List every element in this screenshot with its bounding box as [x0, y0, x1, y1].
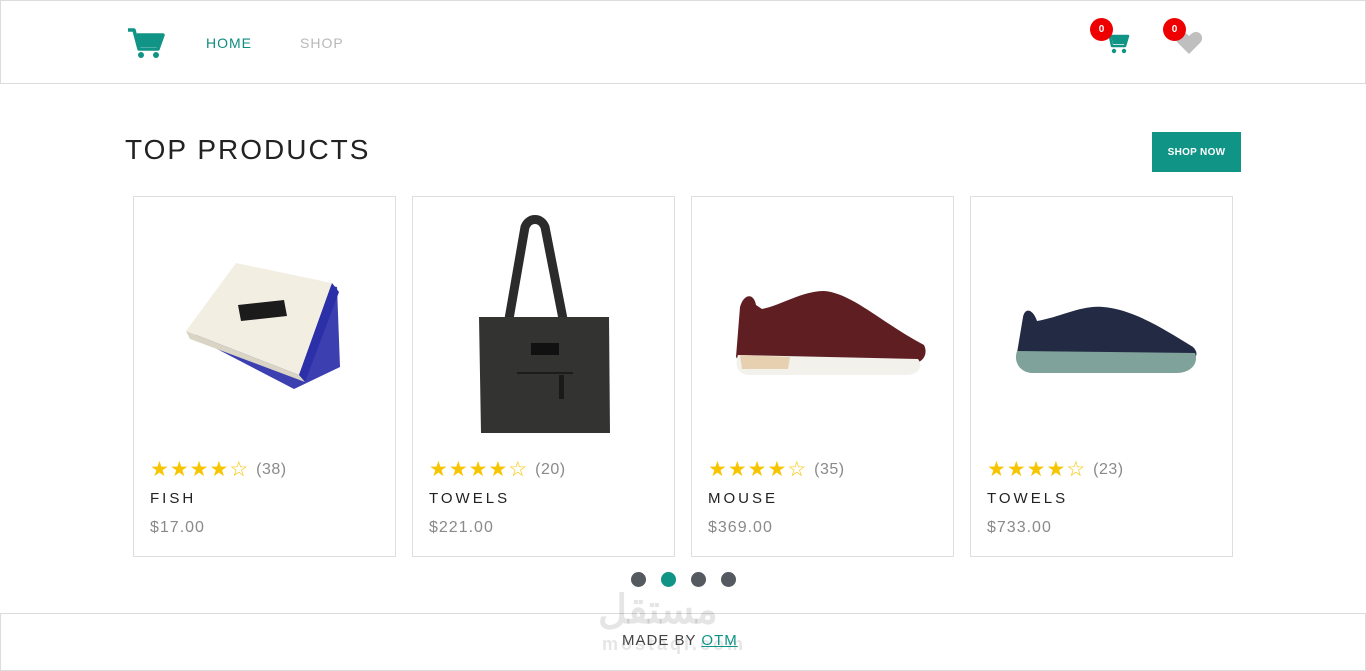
star-filled-icon: ★: [429, 458, 448, 481]
product-price: $733.00: [987, 519, 1052, 536]
star-empty-icon: ☆: [1066, 458, 1086, 481]
carousel-dot-1[interactable]: [631, 572, 646, 587]
shopping-cart-icon[interactable]: [127, 27, 165, 59]
star-filled-icon: ★: [169, 458, 189, 481]
star-empty-icon: ☆: [229, 458, 249, 481]
wallet-product-image: [186, 263, 340, 389]
star-empty-icon: ☆: [508, 458, 528, 481]
product-rating: ★ ★ ★ ★ ☆ (38): [150, 459, 287, 481]
product-name[interactable]: FISH: [150, 490, 196, 507]
wishlist-count-badge: 0: [1163, 18, 1186, 41]
footer-credit-prefix: MADE BY: [622, 632, 697, 649]
product-card[interactable]: ★ ★ ★ ★ ☆ (38) FISH $17.00: [133, 196, 396, 557]
footer-credit: MADE BY OTM: [622, 632, 738, 649]
carousel-dot-2[interactable]: [661, 572, 676, 587]
star-filled-icon: ★: [1046, 458, 1066, 481]
cart-count-badge: 0: [1090, 18, 1113, 41]
star-filled-icon: ★: [987, 458, 1006, 481]
star-filled-icon: ★: [189, 458, 209, 481]
footer-author-link[interactable]: OTM: [701, 632, 737, 649]
star-filled-icon: ★: [1026, 458, 1046, 481]
nav-home-link[interactable]: HOME: [206, 35, 252, 51]
product-price: $17.00: [150, 519, 205, 536]
star-filled-icon: ★: [150, 458, 169, 481]
star-filled-icon: ★: [708, 458, 727, 481]
shop-now-button[interactable]: SHOP NOW: [1152, 132, 1241, 172]
product-name[interactable]: MOUSE: [708, 490, 778, 507]
tote-bag-product-image: [479, 215, 610, 433]
carousel-dot-3[interactable]: [691, 572, 706, 587]
burgundy-sneaker-product-image: [736, 291, 926, 375]
product-rating: ★ ★ ★ ★ ☆ (23): [987, 459, 1124, 481]
product-price: $369.00: [708, 519, 773, 536]
star-filled-icon: ★: [747, 458, 767, 481]
nav-shop-link[interactable]: SHOP: [300, 35, 344, 51]
star-filled-icon: ★: [488, 458, 508, 481]
section-title: TOP PRODUCTS: [125, 134, 371, 165]
star-filled-icon: ★: [767, 458, 787, 481]
product-rating: ★ ★ ★ ★ ☆ (20): [429, 459, 566, 481]
watermark-logo: مستقل: [598, 588, 718, 632]
star-filled-icon: ★: [1006, 458, 1026, 481]
product-card[interactable]: ★ ★ ★ ★ ☆ (20) TOWELS $221.00: [412, 196, 675, 557]
product-card[interactable]: ★ ★ ★ ★ ☆ (23) TOWELS $733.00: [970, 196, 1233, 557]
site-header: HOME SHOP: [0, 0, 1366, 84]
product-card[interactable]: ★ ★ ★ ★ ☆ (35) MOUSE $369.00: [691, 196, 954, 557]
review-count: (38): [256, 461, 287, 478]
product-price: $221.00: [429, 519, 494, 536]
product-name[interactable]: TOWELS: [987, 490, 1068, 507]
star-empty-icon: ☆: [787, 458, 807, 481]
product-rating: ★ ★ ★ ★ ☆ (35): [708, 459, 845, 481]
star-filled-icon: ★: [468, 458, 488, 481]
star-filled-icon: ★: [727, 458, 747, 481]
star-filled-icon: ★: [448, 458, 468, 481]
navy-sneaker-product-image: [1015, 306, 1197, 373]
star-filled-icon: ★: [209, 458, 229, 481]
review-count: (35): [814, 461, 845, 478]
carousel-dot-4[interactable]: [721, 572, 736, 587]
review-count: (20): [535, 461, 566, 478]
review-count: (23): [1093, 461, 1124, 478]
product-name[interactable]: TOWELS: [429, 490, 510, 507]
